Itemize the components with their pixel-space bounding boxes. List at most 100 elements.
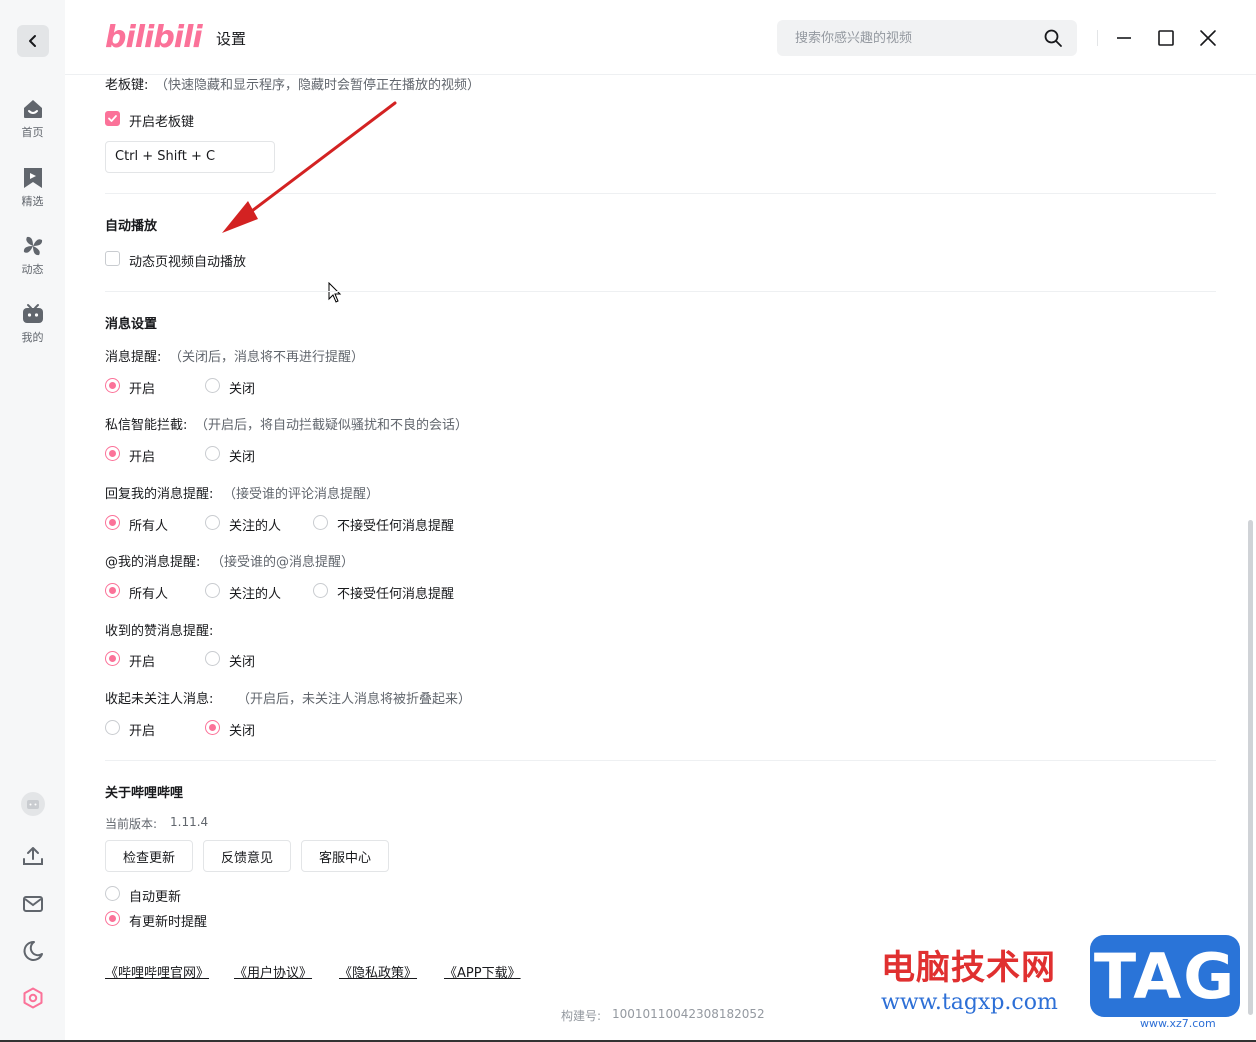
check-update-button[interactable]: 检查更新: [105, 840, 193, 872]
auto-update-radio[interactable]: [105, 886, 120, 901]
autoplay-checkbox[interactable]: [105, 251, 120, 266]
boss-key-checkbox-label: 开启老板键: [129, 115, 195, 130]
feedback-button[interactable]: 反馈意见: [203, 840, 291, 872]
boss-key-desc: （快速隐藏和显示程序，隐藏时会暂停正在播放的视频）: [155, 78, 481, 93]
at-reminder-label: @我的消息提醒:: [105, 555, 201, 570]
maximize-icon: [1158, 30, 1174, 46]
fold-unfollowed-desc: （开启后，未关注人消息将被折叠起来）: [237, 692, 472, 707]
search-icon[interactable]: [1043, 28, 1063, 48]
radio-label: 有更新时提醒: [129, 915, 208, 930]
close-button[interactable]: [1196, 26, 1220, 50]
customer-service-button[interactable]: 客服中心: [301, 840, 389, 872]
radio-label: 关注的人: [229, 587, 282, 602]
watermark-cn: 电脑技术网: [881, 948, 1056, 988]
left-sidebar: 首页 精选 动态 我的: [0, 0, 65, 1042]
like-reminder-label: 收到的赞消息提醒:: [105, 624, 214, 639]
messages-button[interactable]: [20, 891, 46, 917]
fold-radio-on[interactable]: [105, 720, 120, 735]
section-divider: [105, 760, 1216, 761]
at-radio-all[interactable]: [105, 583, 120, 598]
msg-reminder-label: 消息提醒:: [105, 350, 162, 365]
link-user-agreement[interactable]: 《用户协议》: [234, 962, 312, 981]
at-radio-none[interactable]: [313, 583, 328, 598]
avatar-icon: [21, 792, 45, 816]
autoplay-heading: 自动播放: [105, 219, 158, 234]
at-reminder-desc: （接受谁的@消息提醒）: [211, 555, 355, 570]
radio-label: 关闭: [229, 450, 256, 465]
back-button[interactable]: [17, 25, 49, 57]
messages-heading: 消息设置: [105, 317, 158, 332]
scrollbar-thumb[interactable]: [1248, 520, 1253, 1015]
like-radio-off[interactable]: [205, 651, 220, 666]
radio-label: 关闭: [229, 724, 256, 739]
msg-reminder-desc: （关闭后，消息将不再进行提醒）: [169, 350, 365, 365]
autoplay-checkbox-label: 动态页视频自动播放: [129, 255, 247, 270]
sidebar-item-label: 首页: [21, 126, 44, 139]
dm-filter-radio-off[interactable]: [205, 446, 220, 461]
reply-radio-following[interactable]: [205, 515, 220, 530]
sidebar-item-home[interactable]: 首页: [0, 97, 65, 140]
close-icon: [1200, 30, 1216, 46]
radio-label: 开启: [129, 382, 156, 397]
like-radio-on[interactable]: [105, 651, 120, 666]
dm-filter-desc: （开启后，将自动拦截疑似骚扰和不良的会话）: [195, 418, 469, 433]
upload-button[interactable]: [20, 843, 46, 869]
version-label: 当前版本:: [105, 817, 158, 831]
fold-unfollowed-label: 收起未关注人消息:: [105, 692, 214, 707]
home-icon: [23, 100, 42, 118]
radio-label: 关闭: [229, 382, 256, 397]
theme-button[interactable]: [20, 938, 46, 964]
dm-filter-radio-on[interactable]: [105, 446, 120, 461]
pinwheel-icon: [23, 236, 42, 256]
minimize-button[interactable]: [1112, 26, 1136, 50]
sidebar-item-featured[interactable]: 精选: [0, 166, 65, 209]
watermark-url: www.tagxp.com: [881, 990, 1058, 1015]
bookmark-icon: [23, 168, 42, 188]
link-official-site[interactable]: 《哔哩哔哩官网》: [105, 962, 209, 981]
boss-key-label: 老板键:: [105, 78, 149, 93]
header-separator: [1097, 30, 1098, 46]
settings-button[interactable]: [20, 985, 46, 1011]
sidebar-item-label: 我的: [21, 331, 44, 344]
notify-update-radio[interactable]: [105, 911, 120, 926]
mail-icon: [23, 896, 43, 912]
link-app-download[interactable]: 《APP下载》: [444, 962, 521, 981]
radio-label: 不接受任何消息提醒: [337, 519, 455, 534]
radio-label: 不接受任何消息提醒: [337, 587, 455, 602]
sidebar-item-label: 动态: [21, 263, 44, 276]
search-box: [777, 20, 1077, 56]
page-title: 设置: [216, 30, 247, 48]
chevron-left-icon: [29, 35, 36, 47]
mouse-cursor-icon: [328, 282, 342, 303]
app-window: 首页 精选 动态 我的 bilibili 设置 搜索你感兴趣的视频 老板键: （…: [0, 0, 1256, 1042]
about-heading: 关于哔哩哔哩: [105, 786, 184, 801]
boss-key-checkbox[interactable]: [105, 111, 120, 126]
top-header: bilibili 设置: [65, 0, 1256, 75]
reply-radio-none[interactable]: [313, 515, 328, 530]
search-input[interactable]: [777, 20, 1037, 56]
minimize-icon: [1117, 37, 1131, 39]
sidebar-item-mine[interactable]: 我的: [0, 302, 65, 345]
dm-filter-label: 私信智能拦截:: [105, 418, 188, 433]
tv-icon: [22, 304, 43, 323]
radio-label: 自动更新: [129, 890, 182, 905]
msg-reminder-radio-on[interactable]: [105, 378, 120, 393]
radio-label: 所有人: [129, 519, 169, 534]
version-value: 1.11.4: [170, 815, 209, 829]
fold-radio-off[interactable]: [205, 720, 220, 735]
sidebar-item-dynamic[interactable]: 动态: [0, 234, 65, 277]
radio-label: 开启: [129, 724, 156, 739]
reply-radio-all[interactable]: [105, 515, 120, 530]
settings-icon: [23, 987, 43, 1009]
msg-reminder-radio-off[interactable]: [205, 378, 220, 393]
bilibili-logo[interactable]: bilibili: [105, 20, 203, 55]
radio-label: 所有人: [129, 587, 169, 602]
radio-label: 关注的人: [229, 519, 282, 534]
maximize-button[interactable]: [1154, 26, 1178, 50]
check-icon: [108, 115, 117, 122]
radio-label: 关闭: [229, 655, 256, 670]
avatar[interactable]: [20, 791, 46, 817]
link-privacy-policy[interactable]: 《隐私政策》: [339, 962, 417, 981]
at-radio-following[interactable]: [205, 583, 220, 598]
upload-icon: [23, 847, 43, 865]
